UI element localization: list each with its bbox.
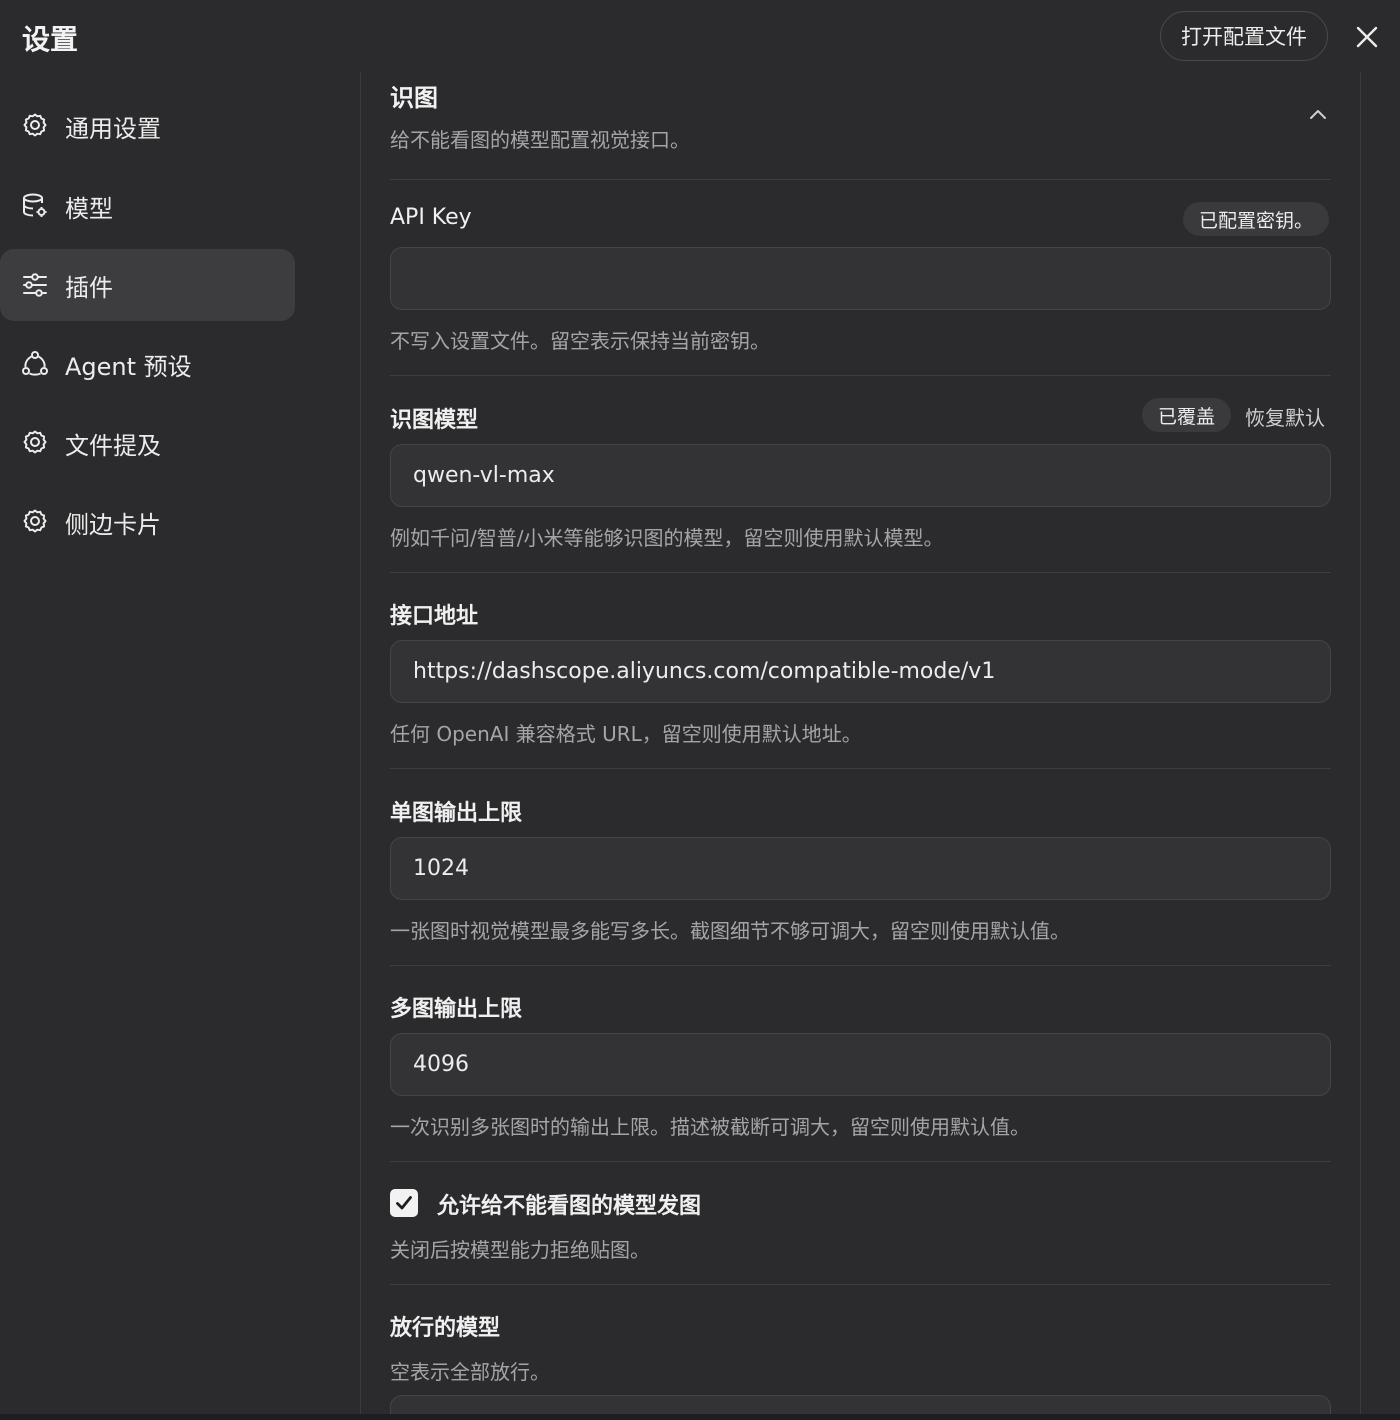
sidebar-item-plugins[interactable]: 插件 bbox=[0, 249, 295, 321]
agent-cycle-icon bbox=[21, 350, 49, 378]
header: 设置 打开配置文件 bbox=[0, 0, 1400, 72]
divider bbox=[390, 768, 1331, 769]
database-gear-icon bbox=[21, 192, 49, 220]
sidebar-item-label: 侧边卡片 bbox=[65, 510, 161, 539]
settings-window: 设置 打开配置文件 通用设置 模型 插件 Agent 预设 文件提及 侧边卡片 … bbox=[0, 0, 1400, 1420]
sidebar-divider bbox=[360, 72, 361, 1414]
close-button[interactable] bbox=[1350, 20, 1384, 54]
divider bbox=[390, 1161, 1331, 1162]
section-title: 识图 bbox=[390, 84, 438, 112]
sidebar-item-label: 通用设置 bbox=[65, 114, 161, 143]
sidebar: 通用设置 模型 插件 Agent 预设 文件提及 侧边卡片 bbox=[0, 72, 300, 1412]
allowed-models-input[interactable] bbox=[390, 1395, 1331, 1414]
reset-default-button[interactable]: 恢复默认 bbox=[1245, 402, 1325, 431]
multi-limit-label: 多图输出上限 bbox=[390, 997, 523, 1022]
single-limit-input[interactable]: 1024 bbox=[390, 837, 1331, 900]
key-configured-badge: 已配置密钥。 bbox=[1183, 202, 1330, 236]
multi-limit-input[interactable]: 4096 bbox=[390, 1033, 1331, 1096]
vision-model-input[interactable]: qwen-vl-max bbox=[390, 444, 1331, 507]
sidebar-item-file-mentions[interactable]: 文件提及 bbox=[0, 407, 295, 479]
check-icon bbox=[396, 1196, 412, 1210]
single-limit-label: 单图输出上限 bbox=[390, 801, 523, 826]
sidebar-item-models[interactable]: 模型 bbox=[0, 170, 295, 242]
overridden-badge: 已覆盖 bbox=[1142, 398, 1232, 432]
divider bbox=[390, 1284, 1331, 1285]
allow-images-checkbox[interactable] bbox=[390, 1189, 418, 1217]
window-bottom-edge bbox=[0, 1414, 1400, 1420]
endpoint-label: 接口地址 bbox=[390, 604, 479, 629]
sidebar-item-agent-presets[interactable]: Agent 预设 bbox=[0, 328, 295, 400]
allowed-models-hint: 空表示全部放行。 bbox=[390, 1360, 550, 1384]
sidebar-item-label: 模型 bbox=[65, 194, 113, 223]
sidebar-item-side-cards[interactable]: 侧边卡片 bbox=[0, 486, 295, 558]
endpoint-input[interactable]: https://dashscope.aliyuncs.com/compatibl… bbox=[390, 640, 1331, 703]
endpoint-hint: 任何 OpenAI 兼容格式 URL，留空则使用默认地址。 bbox=[390, 722, 862, 746]
allowed-models-label: 放行的模型 bbox=[390, 1316, 501, 1341]
close-icon bbox=[1356, 26, 1378, 48]
sidebar-item-label: 文件提及 bbox=[65, 431, 161, 460]
divider bbox=[390, 375, 1331, 376]
page-title: 设置 bbox=[22, 23, 79, 56]
allow-images-label[interactable]: 允许给不能看图的模型发图 bbox=[437, 1188, 701, 1220]
api-key-input[interactable] bbox=[390, 247, 1331, 310]
api-key-label: API Key bbox=[390, 205, 472, 230]
sidebar-item-general[interactable]: 通用设置 bbox=[0, 90, 295, 162]
scrollbar-track[interactable] bbox=[1360, 72, 1361, 1414]
chevron-up-icon bbox=[1310, 110, 1326, 119]
section-description: 给不能看图的模型配置视觉接口。 bbox=[390, 128, 690, 152]
sidebar-item-label: 插件 bbox=[65, 273, 113, 302]
api-key-hint: 不写入设置文件。留空表示保持当前密钥。 bbox=[390, 329, 770, 353]
vision-model-label: 识图模型 bbox=[390, 408, 479, 433]
vision-model-hint: 例如千问/智普/小米等能够识图的模型，留空则使用默认模型。 bbox=[390, 526, 944, 550]
open-config-button[interactable]: 打开配置文件 bbox=[1160, 11, 1328, 61]
plugin-settings-panel: 识图 给不能看图的模型配置视觉接口。 API Key 已配置密钥。 不写入设置文… bbox=[390, 72, 1331, 1414]
sidebar-item-label: Agent 预设 bbox=[65, 352, 192, 381]
collapse-button[interactable] bbox=[1306, 102, 1330, 126]
sliders-icon bbox=[21, 271, 49, 299]
divider bbox=[390, 179, 1331, 180]
allow-images-hint: 关闭后按模型能力拒绝贴图。 bbox=[390, 1238, 650, 1262]
gear-icon bbox=[21, 112, 49, 140]
gear-icon bbox=[21, 508, 49, 536]
divider bbox=[390, 572, 1331, 573]
single-limit-hint: 一张图时视觉模型最多能写多长。截图细节不够可调大，留空则使用默认值。 bbox=[390, 919, 1070, 943]
divider bbox=[390, 965, 1331, 966]
gear-icon bbox=[21, 429, 49, 457]
multi-limit-hint: 一次识别多张图时的输出上限。描述被截断可调大，留空则使用默认值。 bbox=[390, 1115, 1030, 1139]
